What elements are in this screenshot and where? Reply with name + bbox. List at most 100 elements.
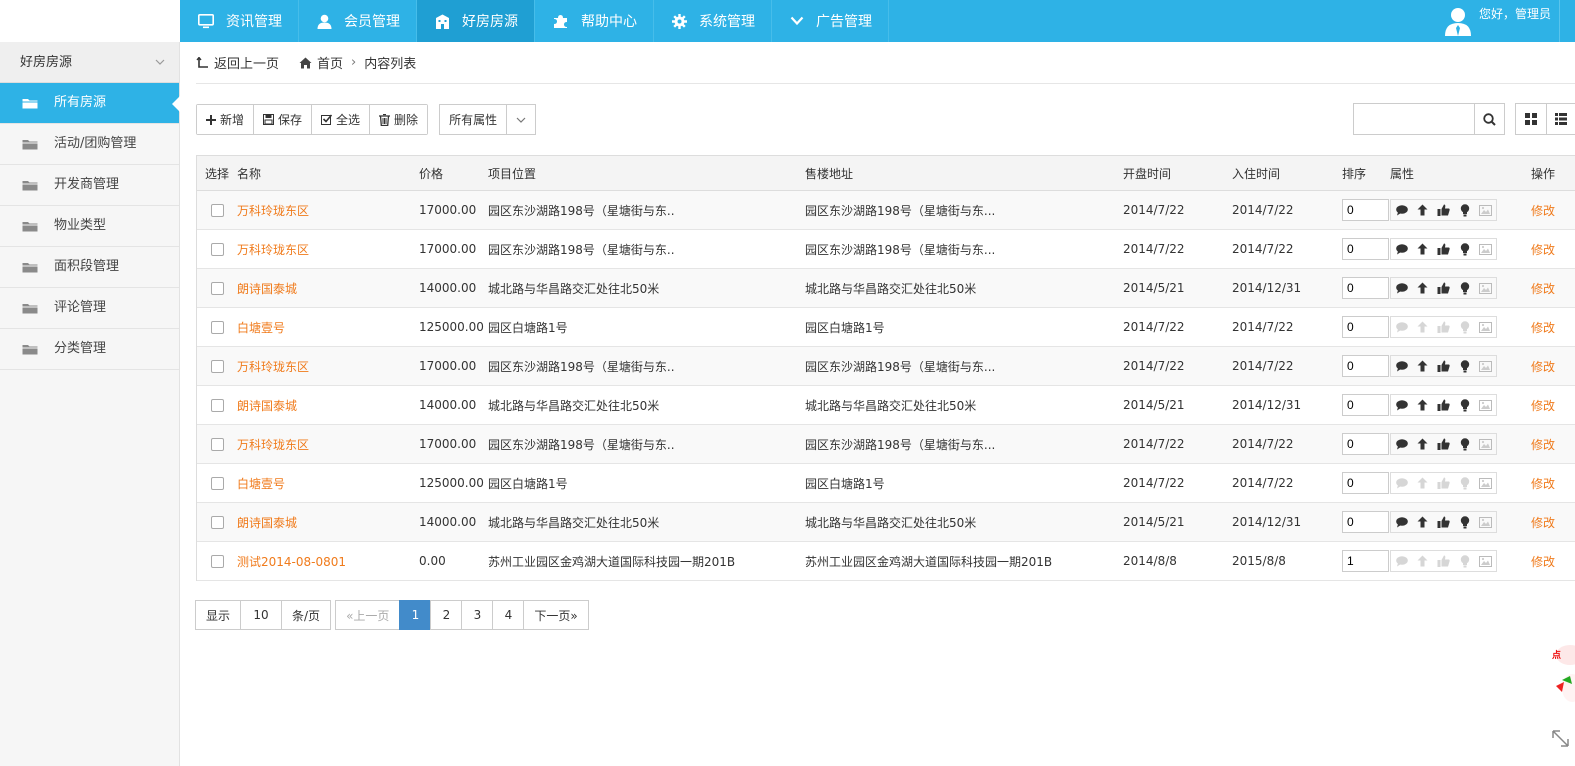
edit-link[interactable]: 修改 (1531, 358, 1555, 375)
thumbs-up-icon[interactable] (1433, 278, 1454, 298)
arrow-up-icon[interactable] (1412, 512, 1433, 532)
thumbs-up-icon[interactable] (1433, 551, 1454, 571)
lightbulb-icon[interactable] (1454, 434, 1475, 454)
sort-order-input[interactable] (1342, 550, 1389, 572)
lightbulb-icon[interactable] (1454, 512, 1475, 532)
user-greeting[interactable]: 您好，管理员 (1479, 5, 1551, 22)
thumbs-up-icon[interactable] (1433, 317, 1454, 337)
sidebar-item-5[interactable]: 面积段管理 (0, 247, 179, 288)
page-number-button[interactable]: 2 (430, 600, 463, 630)
arrow-up-icon[interactable] (1412, 473, 1433, 493)
comment-icon[interactable] (1391, 434, 1412, 454)
lightbulb-icon[interactable] (1454, 473, 1475, 493)
image-icon[interactable] (1475, 473, 1496, 493)
row-checkbox[interactable] (211, 554, 224, 568)
page-size-select[interactable]: 10 (240, 600, 283, 630)
listing-name-link[interactable]: 朗诗国泰城 (237, 514, 297, 531)
lightbulb-icon[interactable] (1454, 395, 1475, 415)
arrow-up-icon[interactable] (1412, 317, 1433, 337)
top-nav-item-4[interactable]: 帮助中心 (535, 0, 654, 42)
top-nav-item-6[interactable]: 广告管理 (772, 0, 889, 42)
image-icon[interactable] (1475, 317, 1496, 337)
sort-order-input[interactable] (1342, 394, 1389, 416)
sort-order-input[interactable] (1342, 433, 1389, 455)
thumbs-up-icon[interactable] (1433, 434, 1454, 454)
listing-name-link[interactable]: 白塘壹号 (237, 319, 285, 336)
grid-view-button[interactable] (1516, 104, 1547, 134)
sidebar-item-2[interactable]: 活动/团购管理 (0, 124, 179, 165)
comment-icon[interactable] (1391, 356, 1412, 376)
edit-link[interactable]: 修改 (1531, 202, 1555, 219)
list-view-button[interactable] (1547, 104, 1575, 134)
listing-name-link[interactable]: 朗诗国泰城 (237, 280, 297, 297)
comment-icon[interactable] (1391, 512, 1412, 532)
lightbulb-icon[interactable] (1454, 551, 1475, 571)
comment-icon[interactable] (1391, 473, 1412, 493)
user-menu-caret[interactable] (1559, 0, 1575, 42)
image-icon[interactable] (1475, 395, 1496, 415)
sort-order-input[interactable] (1342, 199, 1389, 221)
row-checkbox[interactable] (211, 437, 224, 451)
top-nav-item-3[interactable]: 好房房源 (417, 0, 535, 42)
sidebar-item-4[interactable]: 物业类型 (0, 206, 179, 247)
attribute-filter-select[interactable]: 所有属性 (439, 104, 537, 135)
image-icon[interactable] (1475, 551, 1496, 571)
back-link[interactable]: 返回上一页 (196, 53, 279, 72)
page-number-button[interactable]: 3 (461, 600, 494, 630)
lightbulb-icon[interactable] (1454, 356, 1475, 376)
sort-order-input[interactable] (1342, 277, 1389, 299)
sort-order-input[interactable] (1342, 511, 1389, 533)
listing-name-link[interactable]: 朗诗国泰城 (237, 397, 297, 414)
image-icon[interactable] (1475, 278, 1496, 298)
delete-button[interactable]: 删除 (370, 105, 428, 134)
comment-icon[interactable] (1391, 278, 1412, 298)
add-button[interactable]: 新增 (197, 105, 255, 134)
row-checkbox[interactable] (211, 359, 224, 373)
edit-link[interactable]: 修改 (1531, 553, 1555, 570)
row-checkbox[interactable] (211, 320, 224, 334)
image-icon[interactable] (1475, 239, 1496, 259)
lightbulb-icon[interactable] (1454, 278, 1475, 298)
arrow-up-icon[interactable] (1412, 434, 1433, 454)
page-number-button[interactable]: 1 (399, 600, 432, 630)
select-all-button[interactable]: 全选 (312, 105, 371, 134)
top-nav-item-1[interactable]: 资讯管理 (180, 0, 299, 42)
listing-name-link[interactable]: 万科玲珑东区 (237, 241, 309, 258)
arrow-up-icon[interactable] (1412, 200, 1433, 220)
search-button[interactable] (1474, 104, 1504, 134)
thumbs-up-icon[interactable] (1433, 200, 1454, 220)
listing-name-link[interactable]: 白塘壹号 (237, 475, 285, 492)
search-input[interactable] (1354, 104, 1474, 134)
top-nav-item-5[interactable]: 系统管理 (654, 0, 772, 42)
edit-link[interactable]: 修改 (1531, 319, 1555, 336)
thumbs-up-icon[interactable] (1433, 239, 1454, 259)
sort-order-input[interactable] (1342, 355, 1389, 377)
arrow-up-icon[interactable] (1412, 551, 1433, 571)
sort-order-input[interactable] (1342, 316, 1389, 338)
sidebar-item-1[interactable]: 所有房源 (0, 83, 180, 124)
image-icon[interactable] (1475, 356, 1496, 376)
edit-link[interactable]: 修改 (1531, 436, 1555, 453)
sort-order-input[interactable] (1342, 472, 1389, 494)
row-checkbox[interactable] (211, 398, 224, 412)
listing-name-link[interactable]: 万科玲珑东区 (237, 436, 309, 453)
sort-order-input[interactable] (1342, 238, 1389, 260)
edit-link[interactable]: 修改 (1531, 514, 1555, 531)
thumbs-up-icon[interactable] (1433, 473, 1454, 493)
thumbs-up-icon[interactable] (1433, 512, 1454, 532)
listing-name-link[interactable]: 万科玲珑东区 (237, 358, 309, 375)
resize-icon[interactable] (1551, 729, 1571, 749)
image-icon[interactable] (1475, 512, 1496, 532)
thumbs-up-icon[interactable] (1433, 356, 1454, 376)
row-checkbox[interactable] (211, 242, 224, 256)
comment-icon[interactable] (1391, 317, 1412, 337)
arrow-up-icon[interactable] (1412, 356, 1433, 376)
thumbs-up-icon[interactable] (1433, 395, 1454, 415)
home-link[interactable]: 首页 (299, 53, 343, 72)
comment-icon[interactable] (1391, 200, 1412, 220)
row-checkbox[interactable] (211, 281, 224, 295)
arrow-up-icon[interactable] (1412, 278, 1433, 298)
sidebar-header[interactable]: 好房房源 (0, 42, 179, 83)
lightbulb-icon[interactable] (1454, 317, 1475, 337)
comment-icon[interactable] (1391, 551, 1412, 571)
